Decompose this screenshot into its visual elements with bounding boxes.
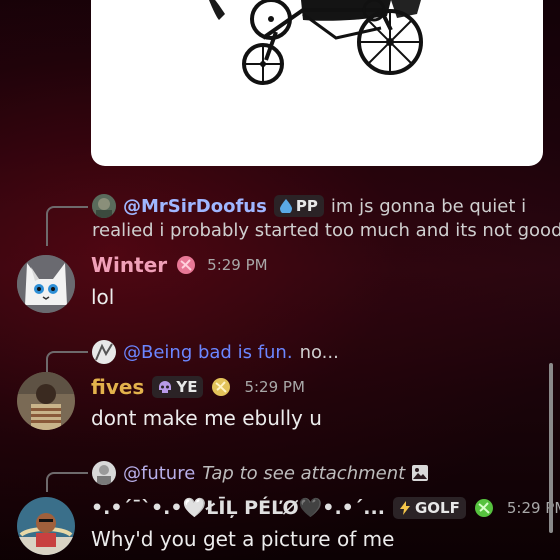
message-text: lol — [91, 285, 115, 309]
reply-text-continued: realied i probably started too much and … — [92, 220, 560, 241]
role-tag: YE — [152, 376, 204, 398]
reply-username[interactable]: @Being bad is fun. — [123, 342, 293, 363]
skull-icon — [159, 381, 172, 393]
reply-text: im js gonna be quiet i — [330, 195, 527, 217]
scrollbar[interactable] — [549, 363, 553, 533]
avatar — [92, 461, 116, 485]
reply-text: no... — [299, 341, 339, 363]
author-name[interactable]: •.•´¯`•.•🤍ŁĪĻ PÉĽØ🖤•.•´... — [91, 496, 385, 519]
author-name[interactable]: Winter — [91, 253, 167, 277]
ribbon-icon — [473, 497, 495, 519]
reply-connector — [46, 351, 88, 373]
droplet-icon — [279, 199, 292, 213]
role-tag-label: PP — [295, 197, 318, 215]
reply-preview[interactable]: @Being bad is fun. no... — [92, 340, 339, 364]
ribbon-icon — [210, 376, 232, 398]
role-tag-label: GOLF — [414, 498, 460, 517]
avatar[interactable] — [17, 255, 75, 313]
author-name[interactable]: fives — [91, 375, 144, 399]
reply-connector — [46, 472, 88, 492]
reply-connector — [46, 206, 88, 246]
reply-preview[interactable]: @MrSirDoofus PP im js gonna be quiet i — [92, 194, 526, 218]
message-header: Winter 5:29 PM — [91, 253, 268, 277]
reply-preview[interactable]: @future Tap to see attachment — [92, 461, 429, 485]
avatar[interactable] — [17, 372, 75, 430]
message-text: Why'd you get a picture of me — [91, 527, 395, 551]
image-attachment[interactable] — [91, 0, 543, 166]
timestamp: 5:29 PM — [207, 256, 268, 274]
role-tag: GOLF — [392, 496, 466, 519]
avatar — [92, 340, 116, 364]
reply-username[interactable]: @MrSirDoofus — [123, 196, 267, 217]
reply-username[interactable]: @future — [123, 463, 195, 484]
avatar[interactable] — [17, 497, 75, 555]
message-header: fives YE 5:29 PM — [91, 375, 305, 399]
reply-text[interactable]: Tap to see attachment — [202, 463, 405, 484]
message-text: dont make me ebully u — [91, 406, 322, 430]
image-icon — [412, 465, 429, 481]
ribbon-icon — [175, 254, 197, 276]
message-header: •.•´¯`•.•🤍ŁĪĻ PÉĽØ🖤•.•´... GOLF 5:29 PM — [91, 496, 560, 519]
stroller-illustration — [209, 0, 423, 85]
role-tag-label: YE — [176, 378, 198, 396]
avatar — [92, 194, 116, 218]
reply-text-line2: realied i probably started too much and … — [92, 220, 560, 241]
timestamp: 5:29 PM — [244, 378, 305, 396]
lightning-icon — [399, 500, 410, 515]
role-tag: PP — [273, 195, 324, 217]
